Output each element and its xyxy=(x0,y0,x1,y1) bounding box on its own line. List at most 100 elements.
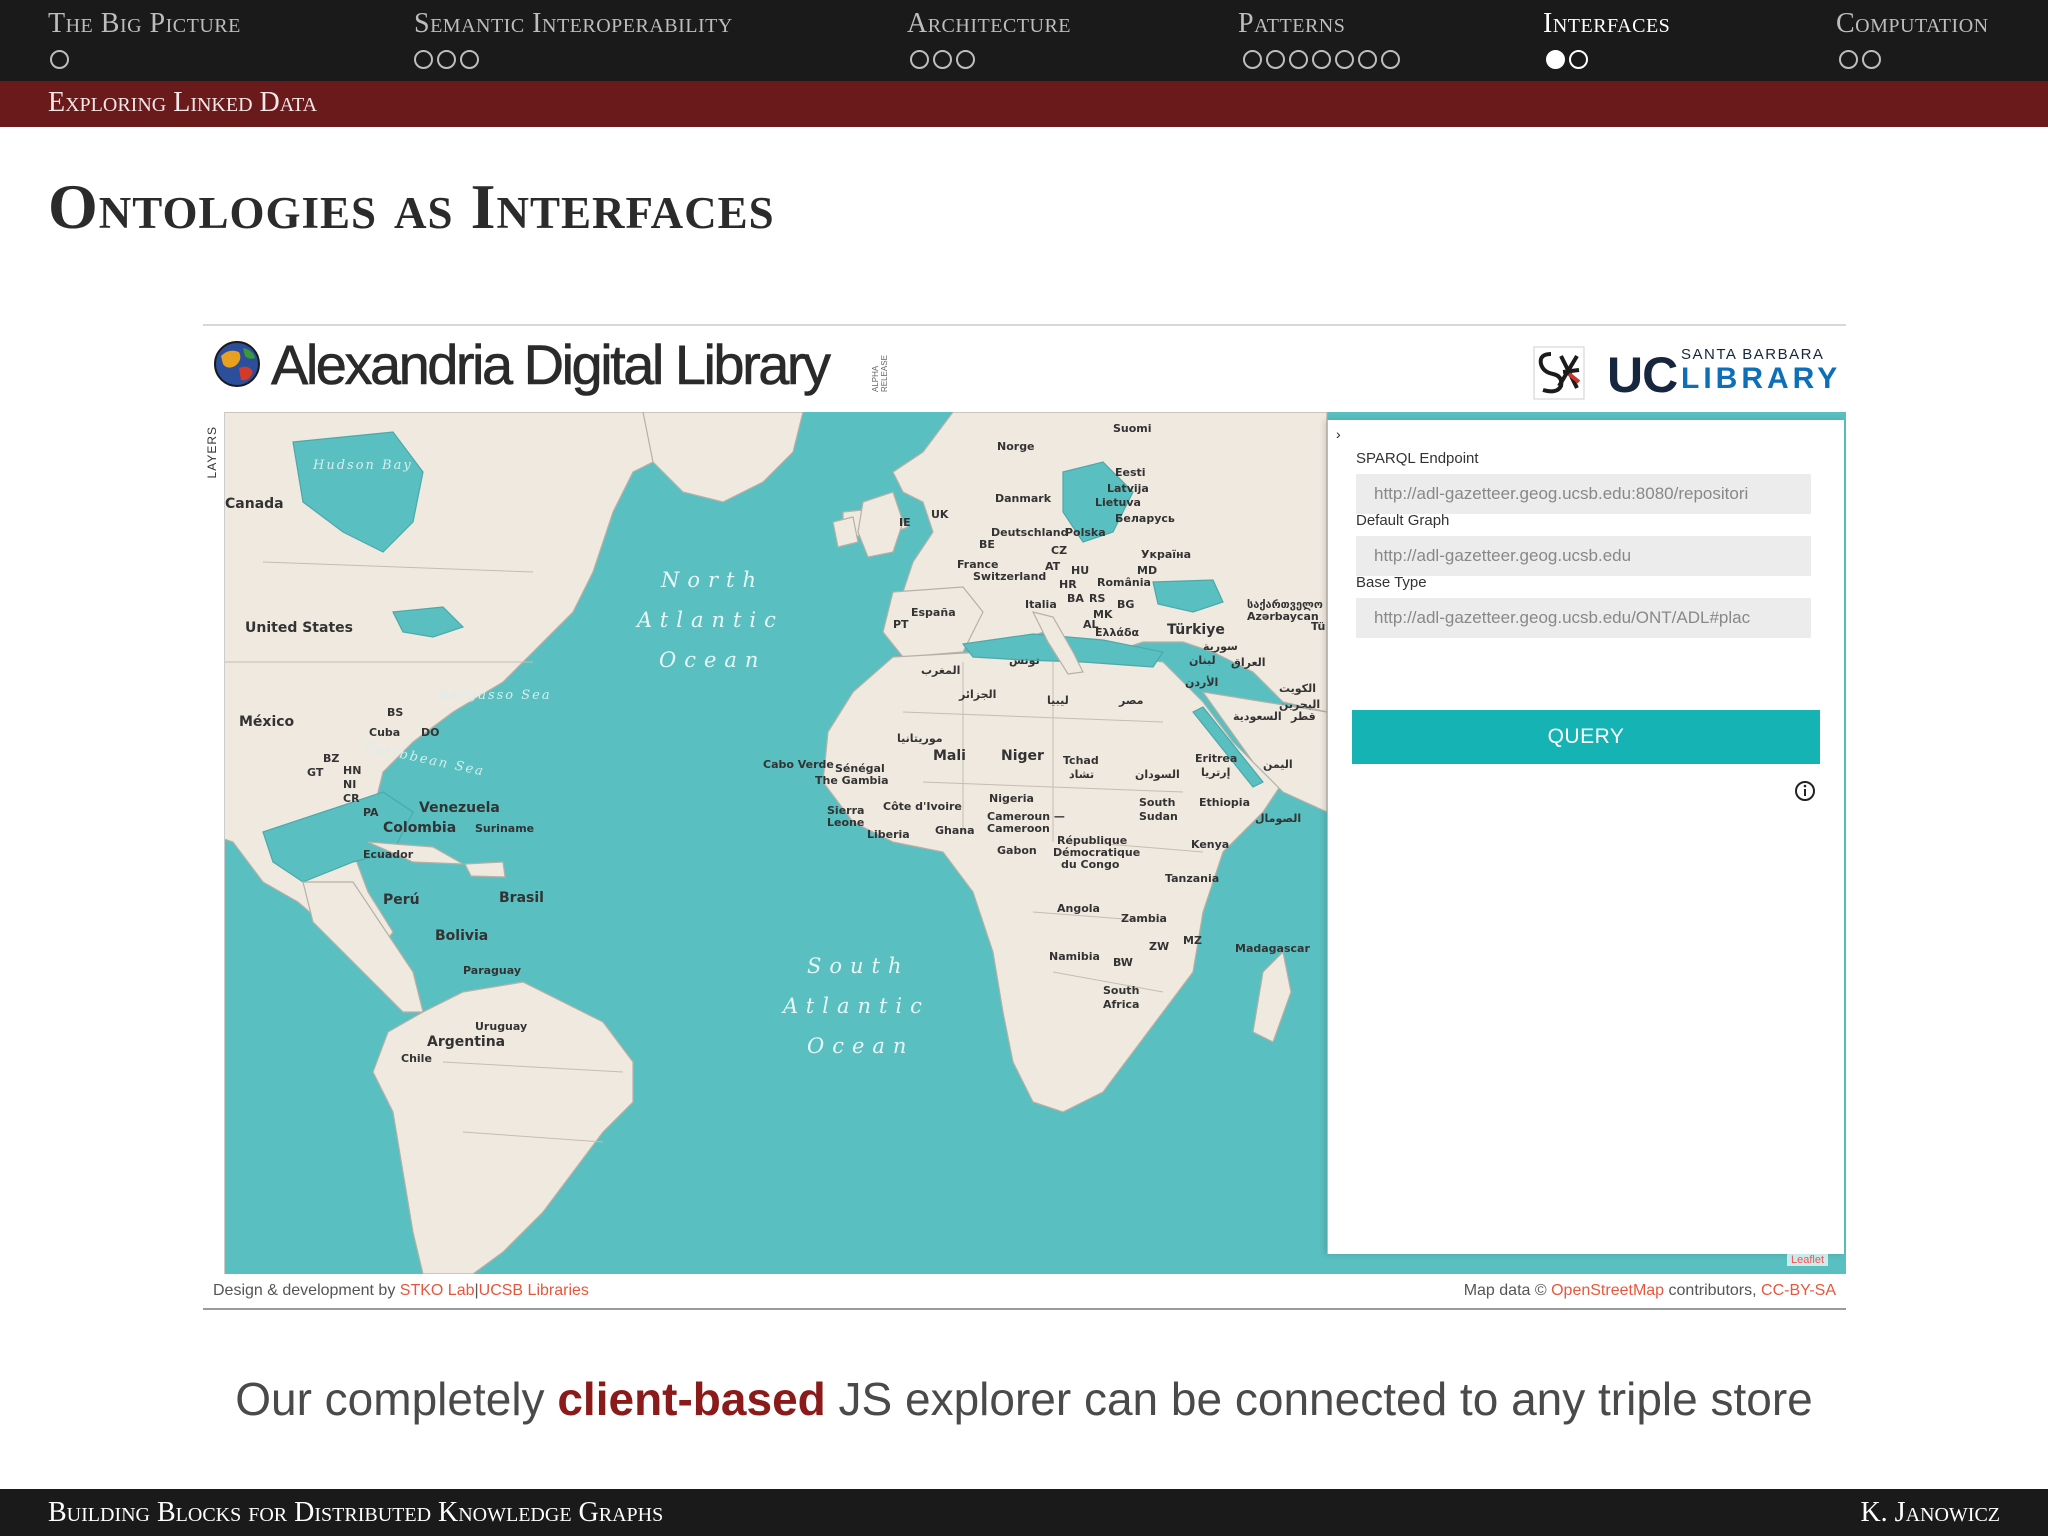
map-label-kuwait: الكويت xyxy=(1279,682,1316,695)
map-label-paraguay: Paraguay xyxy=(463,964,521,977)
nav-slide-dot[interactable] xyxy=(1862,50,1881,69)
nav-slide-dot[interactable] xyxy=(1289,50,1308,69)
nav-section-semantic-interoperability[interactable]: Semantic Interoperability xyxy=(414,8,733,40)
map-label-south-africa-2: Africa xyxy=(1103,998,1140,1011)
nav-slide-dot[interactable] xyxy=(414,50,433,69)
stko-lab-link[interactable]: STKO Lab xyxy=(400,1282,475,1299)
map-label-sudan: السودان xyxy=(1135,768,1180,781)
nav-slide-dot[interactable] xyxy=(460,50,479,69)
base-type-input[interactable] xyxy=(1356,598,1811,638)
map-label-cuba: Cuba xyxy=(369,726,401,739)
map-label-mexico: México xyxy=(239,714,295,730)
map-label-deutschland: Deutschland xyxy=(991,526,1069,539)
nav-section-computation[interactable]: Computation xyxy=(1836,8,1989,40)
nav-slide-dot[interactable] xyxy=(910,50,929,69)
base-type-label: Base Type xyxy=(1356,574,1427,591)
map-label-ecuador: Ecuador xyxy=(363,848,414,861)
map-label-iraq: العراق xyxy=(1231,656,1266,669)
map-label-algeria: الجزائر xyxy=(959,688,997,701)
map-label-zw: ZW xyxy=(1149,940,1170,953)
map-label-south-sudan-2: Sudan xyxy=(1139,810,1178,823)
design-credit-text: Design & development by xyxy=(213,1282,396,1299)
map-label-hr: HR xyxy=(1059,578,1077,591)
sa-mark-icon xyxy=(1533,346,1585,400)
query-button[interactable]: QUERY xyxy=(1352,710,1820,764)
collapse-panel-chevron-icon[interactable]: › xyxy=(1336,426,1341,442)
map-label-tchad: Tchad xyxy=(1063,754,1099,767)
nav-section-patterns[interactable]: Patterns xyxy=(1238,8,1345,40)
map-label-colombia: Colombia xyxy=(383,820,457,836)
map-label-mz: MZ xyxy=(1183,934,1202,947)
map-label-espana: España xyxy=(911,606,956,619)
nav-slide-dot[interactable] xyxy=(1266,50,1285,69)
map-label-gt: GT xyxy=(307,766,324,779)
layers-tab[interactable]: LAYERS xyxy=(203,412,225,1274)
nav-slide-dot[interactable] xyxy=(1358,50,1377,69)
nav-slide-dot[interactable] xyxy=(1243,50,1262,69)
cc-by-sa-link[interactable]: CC-BY-SA xyxy=(1761,1282,1836,1299)
map-label-angola: Angola xyxy=(1057,902,1100,915)
map-label-bolivia: Bolivia xyxy=(435,928,489,944)
nav-slide-dot[interactable] xyxy=(1839,50,1858,69)
footer-credits: Design & development by STKO Lab|UCSB Li… xyxy=(213,1282,589,1300)
nav-section-big-picture[interactable]: The Big Picture xyxy=(48,8,241,40)
nav-slide-dot-current[interactable] xyxy=(1546,50,1565,69)
map-label-gabon: Gabon xyxy=(997,844,1037,857)
openstreetmap-link[interactable]: OpenStreetMap xyxy=(1551,1282,1664,1299)
map-label-tanzania: Tanzania xyxy=(1165,872,1220,885)
nav-slide-dot[interactable] xyxy=(1335,50,1354,69)
map-label-canada: Canada xyxy=(225,496,284,512)
uc-text: UC xyxy=(1607,347,1678,403)
subsection-bar: Exploring Linked Data xyxy=(0,81,2048,127)
section-navigation-bar: The Big Picture Semantic Interoperabilit… xyxy=(0,0,2048,81)
map-label-mali: Mali xyxy=(933,748,966,764)
map-label-saudi: السعودية xyxy=(1233,710,1282,723)
app-footer: Design & development by STKO Lab|UCSB Li… xyxy=(203,1274,1846,1308)
map-label-peru: Perú xyxy=(383,892,420,908)
map-label-cote-divoire: Côte d'Ivoire xyxy=(883,800,962,813)
sparql-endpoint-input[interactable] xyxy=(1356,474,1811,514)
map-data-text: Map data © xyxy=(1463,1282,1547,1299)
map-label-lietuva: Lietuva xyxy=(1095,496,1141,509)
nav-section-architecture[interactable]: Architecture xyxy=(907,8,1071,40)
nav-slide-dot[interactable] xyxy=(50,50,69,69)
map-label-be: BE xyxy=(979,538,995,551)
map-label-south-atlantic-3: Ocean xyxy=(807,1034,915,1058)
map-label-hn: HN xyxy=(343,764,362,777)
leaflet-attribution-link[interactable]: Leaflet xyxy=(1786,1254,1828,1266)
map-label-ni: NI xyxy=(343,778,357,791)
map-label-mauritania: موريتانيا xyxy=(897,732,943,745)
nav-dots-patterns xyxy=(1243,50,1400,69)
ucsb-libraries-link[interactable]: UCSB Libraries xyxy=(479,1282,589,1299)
nav-slide-dot[interactable] xyxy=(1381,50,1400,69)
map-label-ukraina: Україна xyxy=(1141,548,1192,561)
map-label-jordan: الأردن xyxy=(1185,676,1219,689)
nav-dots-computation xyxy=(1839,50,1881,69)
nav-section-interfaces[interactable]: Interfaces xyxy=(1543,8,1670,40)
map-label-hudson-bay: Hudson Bay xyxy=(313,458,413,473)
globe-logo-icon xyxy=(214,341,260,387)
map-label-cr: CR xyxy=(343,792,360,805)
default-graph-input[interactable] xyxy=(1356,536,1811,576)
map-label-gambia: The Gambia xyxy=(815,774,889,787)
nav-slide-dot[interactable] xyxy=(1569,50,1588,69)
map-label-morocco: المغرب xyxy=(921,664,961,677)
contributors-text: contributors, xyxy=(1668,1282,1757,1299)
map-attribution: Map data © OpenStreetMap contributors, C… xyxy=(1464,1282,1836,1300)
map-label-leone: Leone xyxy=(827,816,865,829)
map-label-bw: BW xyxy=(1113,956,1133,969)
nav-slide-dot[interactable] xyxy=(1312,50,1331,69)
default-graph-label: Default Graph xyxy=(1356,512,1450,529)
layers-label[interactable]: LAYERS xyxy=(205,426,219,478)
map-label-ie: IE xyxy=(899,516,911,529)
map-label-romania: România xyxy=(1097,576,1151,589)
map-label-polska: Polska xyxy=(1065,526,1106,539)
nav-slide-dot[interactable] xyxy=(437,50,456,69)
nav-slide-dot[interactable] xyxy=(933,50,952,69)
nav-slide-dot[interactable] xyxy=(956,50,975,69)
info-icon[interactable] xyxy=(1794,780,1816,802)
ucsb-library-logo[interactable]: UC SANTA BARBARA LIBRARY xyxy=(1533,344,1843,404)
map-label-norge: Norge xyxy=(997,440,1035,453)
map-label-tunisia: تونس xyxy=(1009,654,1040,667)
map-label-chile: Chile xyxy=(401,1052,432,1065)
